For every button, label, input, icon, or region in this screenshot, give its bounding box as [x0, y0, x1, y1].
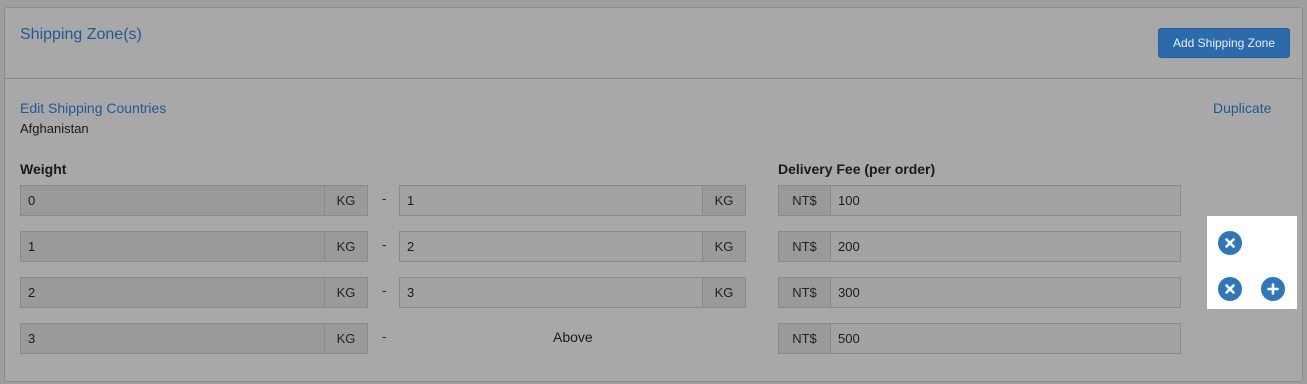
- weight-to-unit: KG: [702, 231, 746, 262]
- add-shipping-zone-button[interactable]: Add Shipping Zone: [1158, 28, 1290, 58]
- range-separator: -: [382, 329, 387, 344]
- duplicate-link[interactable]: Duplicate: [1213, 100, 1271, 116]
- panel-header: Shipping Zone(s) Add Shipping Zone: [5, 8, 1302, 79]
- edit-shipping-countries-link[interactable]: Edit Shipping Countries: [20, 100, 166, 116]
- close-circle-icon: [1225, 284, 1235, 294]
- delivery-fee-input[interactable]: 100: [830, 185, 1181, 216]
- weight-to-input[interactable]: 2: [399, 231, 703, 262]
- weight-row: 1 KG - 2 KG NT$ 200: [5, 231, 1302, 262]
- weight-from-unit: KG: [324, 231, 368, 262]
- weight-row: 3 KG - Above NT$ 500: [5, 323, 1302, 354]
- weight-column-header: Weight: [20, 161, 67, 177]
- currency-label: NT$: [778, 185, 831, 216]
- delivery-fee-input[interactable]: 300: [830, 277, 1181, 308]
- weight-from-input[interactable]: 3: [20, 323, 325, 354]
- row-actions-highlight: [1207, 216, 1297, 309]
- range-separator: -: [382, 191, 387, 206]
- range-separator: -: [382, 283, 387, 298]
- weight-to-input[interactable]: 1: [399, 185, 703, 216]
- delivery-fee-input[interactable]: 200: [830, 231, 1181, 262]
- range-separator: -: [382, 237, 387, 252]
- weight-from-input[interactable]: 2: [20, 277, 325, 308]
- weight-row: 2 KG - 3 KG NT$ 300: [5, 277, 1302, 308]
- close-circle-icon: [1225, 238, 1235, 248]
- weight-from-unit: KG: [324, 323, 368, 354]
- delivery-fee-column-header: Delivery Fee (per order): [778, 161, 936, 177]
- country-name: Afghanistan: [20, 121, 89, 136]
- plus-circle-icon: [1267, 283, 1279, 295]
- shipping-zone-panel: Shipping Zone(s) Add Shipping Zone Edit …: [4, 7, 1303, 382]
- add-row-button[interactable]: [1261, 277, 1285, 301]
- weight-to-input[interactable]: 3: [399, 277, 703, 308]
- remove-row-button[interactable]: [1218, 277, 1242, 301]
- weight-from-unit: KG: [324, 185, 368, 216]
- weight-from-input[interactable]: 1: [20, 231, 325, 262]
- currency-label: NT$: [778, 323, 831, 354]
- weight-from-input[interactable]: 0: [20, 185, 325, 216]
- remove-row-button[interactable]: [1218, 231, 1242, 255]
- weight-above-label: Above: [553, 329, 593, 345]
- delivery-fee-input[interactable]: 500: [830, 323, 1181, 354]
- weight-to-unit: KG: [702, 277, 746, 308]
- weight-to-unit: KG: [702, 185, 746, 216]
- currency-label: NT$: [778, 231, 831, 262]
- panel-title: Shipping Zone(s): [20, 26, 142, 43]
- weight-row: 0 KG - 1 KG NT$ 100: [5, 185, 1302, 216]
- currency-label: NT$: [778, 277, 831, 308]
- weight-from-unit: KG: [324, 277, 368, 308]
